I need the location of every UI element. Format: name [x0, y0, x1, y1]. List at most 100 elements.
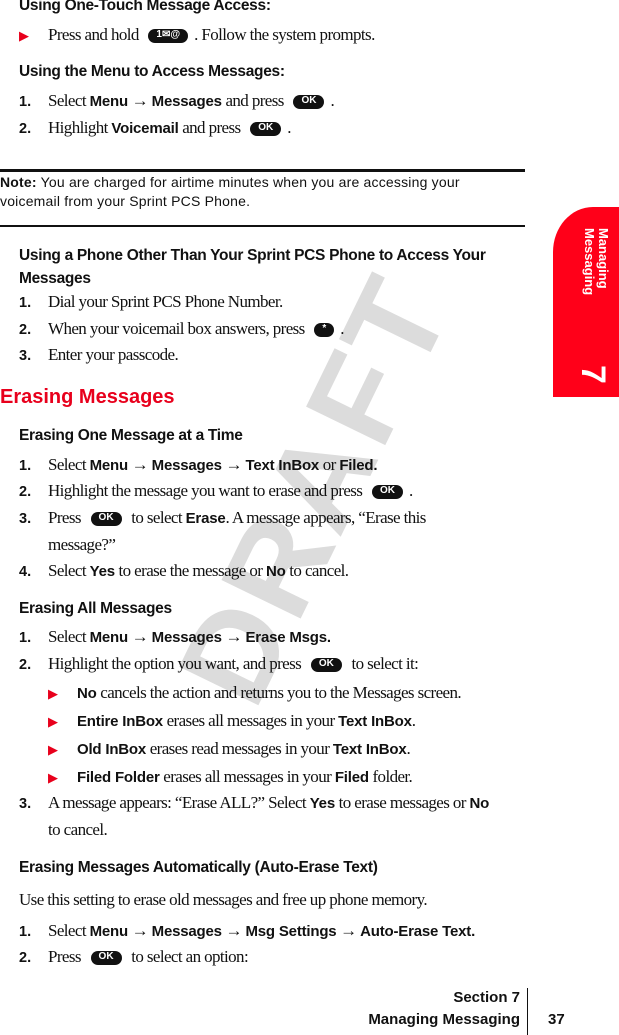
step-number: 1.	[19, 458, 32, 474]
heading: Erasing All Messages	[19, 600, 172, 622]
bold-term: Msg Settings	[245, 923, 337, 940]
bullet-arrow-icon: ▶	[48, 742, 58, 757]
text: Press	[48, 508, 85, 527]
text: Erasing Messages Automatically (Auto-Era…	[19, 859, 378, 876]
note-text: You are charged for airtime minutes when…	[0, 174, 460, 209]
text: folder.	[368, 767, 413, 786]
step-item: 2. Highlight the message you want to eras…	[19, 480, 413, 502]
text: message?”	[48, 535, 116, 554]
text: to cancel.	[285, 561, 349, 580]
text: A message appears: “Erase ALL?” Select	[48, 793, 310, 812]
text: Using the Menu to Access Messages:	[19, 63, 285, 80]
text: Using a Phone Other Than Your Sprint PCS…	[19, 247, 486, 287]
step-number: 4.	[19, 564, 32, 580]
text: to select an option:	[127, 947, 249, 966]
bold-term: Text InBox	[245, 457, 320, 474]
heading: Erasing Messages	[0, 386, 175, 408]
bold-term: Menu	[89, 93, 129, 110]
ok-key-icon: OK	[250, 122, 282, 137]
bold-term: Voicemail	[111, 120, 179, 137]
bold-term: Menu	[89, 923, 129, 940]
text: Highlight the option you want, and press	[48, 654, 305, 673]
text: erases all messages in your	[162, 711, 339, 730]
step-item: 2. Press OK to select an option:	[19, 946, 249, 968]
step-number: 2.	[19, 484, 32, 500]
text: →	[127, 627, 152, 646]
text-line: message?”	[48, 534, 116, 556]
text: →	[336, 921, 361, 940]
note-bottom-rule	[0, 225, 525, 227]
text: →	[221, 921, 246, 940]
note-box: Note: You are charged for airtime minute…	[0, 173, 520, 211]
step-number: 2.	[19, 950, 32, 966]
text: . Follow the system prompts.	[194, 25, 375, 44]
bold-term: Filed	[334, 769, 369, 786]
text-line: to cancel.	[48, 819, 108, 841]
text: to select it:	[347, 654, 419, 673]
step-item: 2. When your voicemail box answers, press…	[19, 318, 344, 340]
section-tab-number: 7	[573, 365, 612, 384]
bold-term: Messages	[151, 923, 222, 940]
bold-term: Old InBox	[77, 741, 147, 758]
text: .	[287, 118, 291, 137]
step-item: 1. Select Menu → Messages → Msg Settings …	[19, 920, 475, 942]
bullet-arrow-icon: ▶	[48, 686, 58, 701]
text: Use this setting to erase old messages a…	[19, 890, 428, 909]
step-item: 4. Select Yes to erase the message or No …	[19, 560, 349, 582]
ok-key-icon: OK	[371, 485, 403, 500]
star-key-icon: *	[314, 323, 335, 338]
step-item: 3. A message appears: “Erase ALL?” Select…	[19, 792, 489, 814]
footer-chapter: Managing Messaging	[368, 1011, 520, 1028]
bold-term: Yes	[89, 563, 115, 580]
text: Erasing All Messages	[19, 600, 172, 617]
text: →	[221, 455, 246, 474]
bold-term: Erase	[185, 510, 226, 527]
text: to select	[127, 508, 186, 527]
heading: Erasing One Message at a Time	[19, 427, 243, 449]
text: Select	[48, 627, 90, 646]
note-label: Note:	[0, 174, 37, 190]
text: and press	[221, 91, 288, 110]
bold-term: Menu	[89, 629, 129, 646]
text: .	[411, 711, 416, 730]
bold-term: Auto-Erase Text.	[360, 923, 476, 940]
bullet-item: ▶ Filed Folder erases all messages in you…	[48, 766, 413, 788]
text: Highlight	[48, 118, 112, 137]
bold-term: No	[469, 795, 490, 812]
bold-term: Filed Folder	[77, 769, 160, 786]
section-tab-label: Managing Messaging	[582, 228, 611, 296]
text: erases all messages in your	[159, 767, 335, 786]
step-number: 2.	[19, 657, 32, 673]
bold-term: Text InBox	[332, 741, 407, 758]
text: Enter your passcode.	[48, 345, 179, 364]
page-number: 37	[548, 1011, 565, 1028]
message-key-icon: 1✉@	[148, 29, 189, 44]
step-number: 2.	[19, 322, 32, 338]
text: .	[408, 481, 413, 500]
text: to erase the message or	[114, 561, 267, 580]
text: Select	[48, 91, 90, 110]
step-number: 3.	[19, 511, 32, 527]
heading: Using the Menu to Access Messages:	[19, 63, 285, 85]
text: →	[221, 627, 246, 646]
bold-term: Entire InBox	[77, 713, 163, 730]
text: Erasing One Message at a Time	[19, 427, 243, 444]
text: cancels the action and returns you to th…	[96, 683, 462, 702]
heading: Using a Phone Other Than Your Sprint PCS…	[19, 244, 514, 290]
note-top-rule	[0, 169, 525, 172]
step-item: 2. Highlight Voicemail and press OK.	[19, 117, 291, 139]
text-line: Use this setting to erase old messages a…	[19, 889, 428, 911]
text: .	[340, 319, 344, 338]
step-item: 1. Select Menu → Messages → Erase Msgs.	[19, 626, 331, 648]
step-item: 1. Select Menu → Messages → Text InBox or…	[19, 454, 378, 476]
step-item: 1. Select Menu → Messages and press OK.	[19, 90, 335, 112]
text: to erase messages or	[334, 793, 470, 812]
text: .	[406, 739, 411, 758]
text: .	[330, 91, 335, 110]
bullet-item: ▶ Press and hold 1✉@ . Follow the system p…	[19, 24, 375, 46]
text: to cancel.	[48, 820, 108, 839]
text: Erasing Messages	[0, 386, 175, 408]
text: →	[127, 921, 152, 940]
heading: Using One-Touch Message Access:	[19, 0, 271, 19]
text: . A message appears, “Erase this	[225, 508, 427, 527]
